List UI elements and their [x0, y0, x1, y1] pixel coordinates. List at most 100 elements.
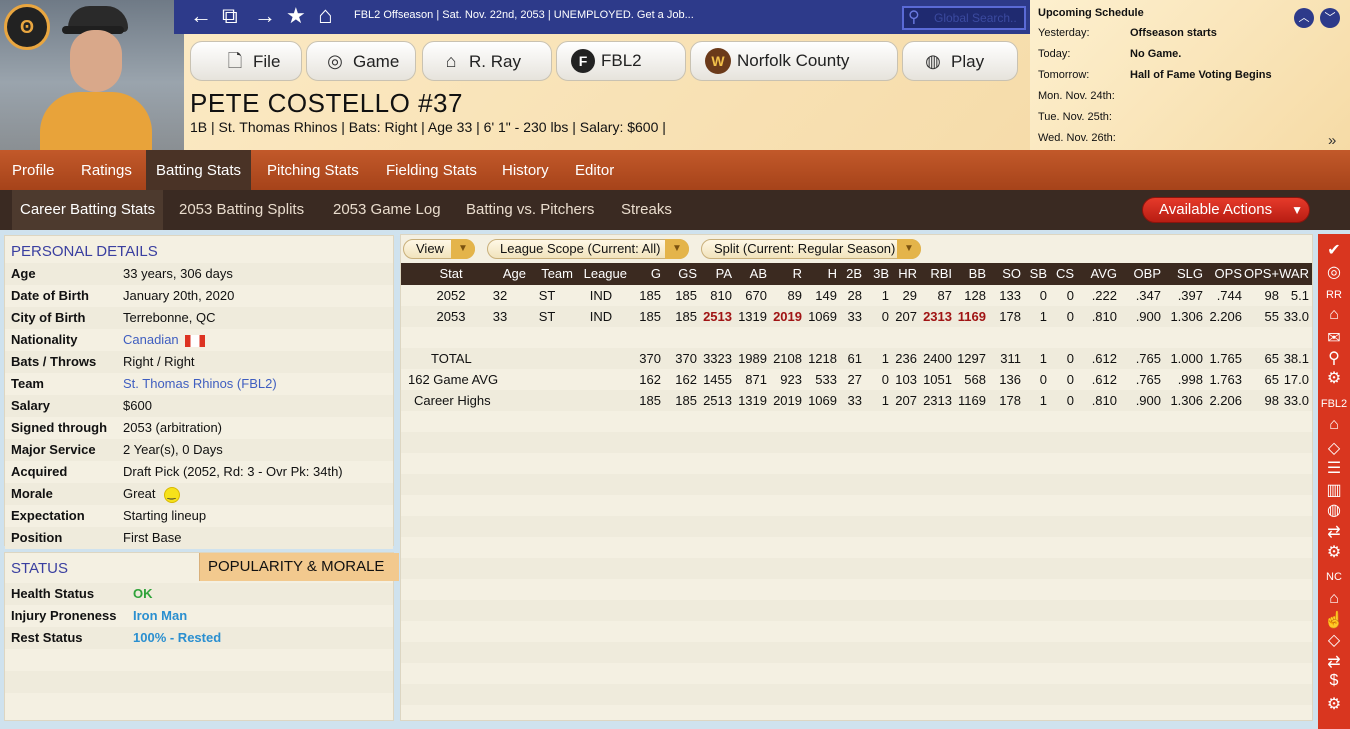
gear-icon[interactable]: ⚙: [1318, 542, 1350, 562]
empty-row: [401, 474, 1312, 495]
tab-ratings[interactable]: Ratings: [81, 150, 132, 190]
chevron-down-icon: ▼: [897, 239, 921, 259]
detail-value-text: 2053 (arbitration): [123, 420, 222, 435]
subtab-streaks[interactable]: Streaks: [621, 190, 672, 230]
dollar-icon[interactable]: $: [1318, 672, 1350, 690]
detail-row: Position First Base: [5, 527, 393, 549]
available-actions-button[interactable]: Available Actions ▼: [1142, 197, 1310, 223]
checkmark-icon[interactable]: ✔: [1318, 240, 1350, 260]
split-dropdown[interactable]: Split (Current: Regular Season) ▼: [701, 239, 921, 259]
menu-fbl2-button[interactable]: F FBL2: [556, 41, 686, 81]
empty-row: [401, 432, 1312, 453]
back-arrow-icon[interactable]: ←: [190, 4, 212, 28]
list-icon[interactable]: ☰: [1318, 458, 1350, 478]
hand-icon[interactable]: ☝: [1318, 610, 1350, 630]
detail-label: Date of Birth: [11, 288, 89, 303]
schedule-row: Wed. Nov. 26th:: [1038, 132, 1116, 144]
menu-team-button[interactable]: W Norfolk County: [690, 41, 898, 81]
table-row[interactable]: Career Highs 185 185 2513 1319 2019 1069 33 1 207…: [401, 390, 1312, 411]
detail-value-text: Starting lineup: [123, 508, 207, 523]
table-row[interactable]: [401, 327, 1312, 348]
transfer-icon[interactable]: ⇄: [1318, 652, 1350, 672]
detail-value-text: Great: [123, 486, 156, 501]
table-cell: [478, 327, 522, 348]
table-cell: 32: [492, 288, 508, 303]
chart-icon[interactable]: ▥: [1318, 480, 1350, 500]
league-scope-dropdown[interactable]: League Scope (Current: All) ▼: [487, 239, 689, 259]
detail-value[interactable]: St. Thomas Rhinos (FBL2): [123, 373, 277, 395]
table-row[interactable]: 162 Game AVG 162 162 1455 871 923 533 27 0 103 105…: [401, 369, 1312, 390]
tab-fielding-stats[interactable]: Fielding Stats: [386, 150, 477, 190]
mail-icon[interactable]: ✉: [1318, 328, 1350, 348]
subtab-vs-pitchers[interactable]: Batting vs. Pitchers: [466, 190, 594, 230]
detail-value: 2053 (arbitration): [123, 417, 222, 439]
detail-value-text: January 20th, 2020: [123, 288, 235, 303]
detail-value: January 20th, 2020: [123, 285, 234, 307]
status-row: Health Status OK: [5, 583, 393, 605]
tab-batting-stats[interactable]: Batting Stats: [146, 150, 252, 190]
menu-file-button[interactable]: 🗋 File: [190, 41, 302, 81]
table-cell: [525, 348, 569, 369]
copy-icon[interactable]: ⧉: [222, 4, 238, 28]
schedule-title: Upcoming Schedule: [1038, 7, 1144, 19]
fbl2-logo-icon: F: [571, 49, 595, 73]
detail-value-text: Right / Right: [123, 354, 195, 369]
global-search-input[interactable]: ⚲ Global Search..: [902, 6, 1026, 30]
forward-arrow-icon[interactable]: →: [254, 4, 276, 28]
empty-row: [401, 537, 1312, 558]
detail-value[interactable]: Canadian: [123, 329, 205, 351]
tab-pitching-stats[interactable]: Pitching Stats: [267, 150, 359, 190]
table-cell: [525, 369, 569, 390]
menu-game-button[interactable]: ◎ Game: [306, 41, 416, 81]
subtab-game-log[interactable]: 2053 Game Log: [333, 190, 441, 230]
globe-icon: ◎: [327, 51, 343, 71]
home-icon[interactable]: ⌂: [1318, 416, 1350, 434]
empty-row: [401, 579, 1312, 600]
column-header[interactable]: Team: [513, 263, 573, 285]
globe-icon[interactable]: ◎: [1318, 262, 1350, 282]
table-cell: [1249, 327, 1309, 348]
gear-icon[interactable]: ⚙: [1318, 694, 1350, 714]
search-icon[interactable]: ⚲: [1318, 348, 1350, 368]
baseball-icon[interactable]: ◍: [1318, 500, 1350, 520]
home-icon[interactable]: ⌂: [318, 4, 333, 28]
table-cell: [478, 390, 522, 411]
expand-icon[interactable]: »: [1328, 132, 1336, 149]
detail-value-text: 33 years, 306 days: [123, 266, 233, 281]
table-cell: 17.0: [1283, 372, 1309, 387]
detail-value: Starting lineup: [123, 505, 206, 527]
team-logo-icon: ʘ: [4, 4, 50, 50]
table-row[interactable]: 2052 32 ST IND 185 185 810 670 89 149 28 1 29 87 128 13…: [401, 285, 1312, 306]
tab-editor[interactable]: Editor: [575, 150, 614, 190]
chevron-down-icon[interactable]: ﹀: [1320, 8, 1340, 28]
star-icon[interactable]: ★: [286, 4, 306, 28]
table-row[interactable]: TOTAL 370 370 3323 1989 2108 1218 61 1 236 2400 129…: [401, 348, 1312, 369]
gear-icon[interactable]: ⚙: [1318, 368, 1350, 388]
transfer-icon[interactable]: ⇄: [1318, 522, 1350, 542]
empty-row: [401, 453, 1312, 474]
tab-popularity-morale[interactable]: POPULARITY & MORALE: [199, 553, 399, 581]
status-label: Injury Proneness: [11, 608, 117, 623]
table-cell: [421, 327, 481, 348]
subtab-batting-splits[interactable]: 2053 Batting Splits: [179, 190, 304, 230]
table-cell: [525, 390, 569, 411]
detail-value-text: Draft Pick (2052, Rd: 3 - Ovr Pk: 34th): [123, 464, 343, 479]
status-value: 100% - Rested: [133, 630, 222, 645]
menu-play-button[interactable]: ◍ Play: [902, 41, 1018, 81]
diamond-icon[interactable]: ◇: [1318, 630, 1350, 650]
column-header[interactable]: WAR: [1249, 263, 1309, 285]
table-row[interactable]: 2053 33 ST IND 185 185 2513 1319 2019 1069 33 0 207 2…: [401, 306, 1312, 327]
player-jersey: [40, 92, 152, 150]
view-dropdown[interactable]: View ▼: [403, 239, 475, 259]
tab-history[interactable]: History: [502, 150, 549, 190]
home-icon[interactable]: ⌂: [1318, 306, 1350, 324]
menu-manager-button[interactable]: ⌂ R. Ray: [422, 41, 552, 81]
detail-label: Salary: [11, 398, 51, 413]
home-icon[interactable]: ⌂: [1318, 590, 1350, 608]
chevron-up-icon[interactable]: ︿: [1294, 8, 1314, 28]
tab-profile[interactable]: Profile: [12, 150, 55, 190]
subtab-career-batting[interactable]: Career Batting Stats: [12, 190, 164, 230]
diamond-icon[interactable]: ◇: [1318, 438, 1350, 458]
status-row: Rest Status 100% - Rested: [5, 627, 393, 649]
detail-value-text: Canadian: [123, 332, 179, 347]
